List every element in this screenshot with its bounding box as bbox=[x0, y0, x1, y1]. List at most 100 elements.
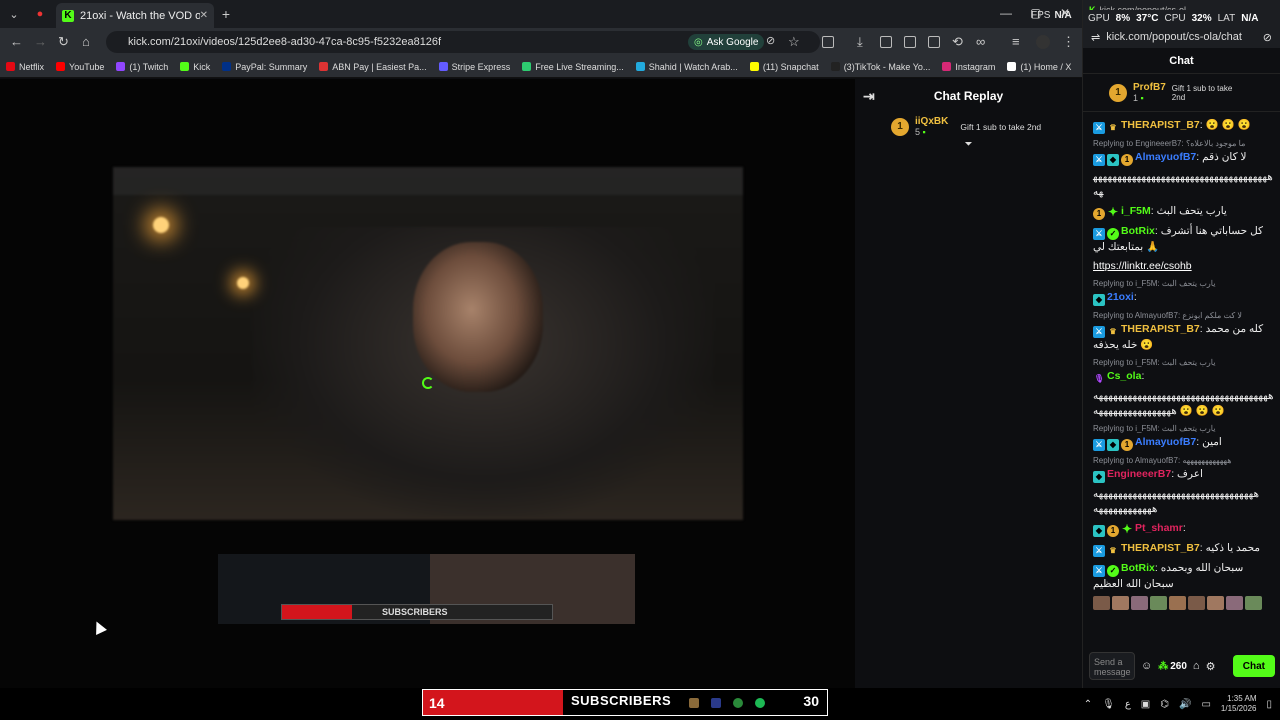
download-icon[interactable]: ⤓ bbox=[857, 34, 863, 50]
bookmark-item[interactable]: YouTube bbox=[56, 62, 104, 72]
chat-username[interactable]: THERAPIST_B7 bbox=[1121, 542, 1200, 554]
chat-username[interactable]: AlmayuofB7 bbox=[1135, 436, 1196, 448]
tray-chevron-icon[interactable]: ⌃ bbox=[1084, 699, 1092, 710]
chat-username[interactable]: EngineeerB7 bbox=[1107, 468, 1171, 480]
link-icon[interactable]: ∞ bbox=[976, 34, 985, 49]
card-icon[interactable] bbox=[928, 36, 940, 48]
extensions-icon[interactable] bbox=[822, 36, 834, 48]
chat-username[interactable]: Pt_shamr bbox=[1135, 522, 1183, 534]
bookmark-item[interactable]: Netflix bbox=[6, 62, 44, 72]
history-icon[interactable]: ⟲ bbox=[952, 34, 963, 50]
filter-icon[interactable]: ⏷ bbox=[855, 139, 1082, 150]
password-icon[interactable] bbox=[880, 36, 892, 48]
chat-message[interactable]: https://linktr.ee/csohb bbox=[1093, 259, 1275, 274]
avatar[interactable] bbox=[1036, 35, 1050, 49]
reply-context[interactable]: Replying to i_F5M: يارب يتحف البث bbox=[1093, 357, 1275, 369]
bookmark-item[interactable]: (3)TikTok - Make Yo... bbox=[830, 62, 930, 72]
chat-username[interactable]: BotRix bbox=[1121, 562, 1155, 574]
reload-icon[interactable]: ↻ bbox=[58, 34, 69, 50]
menu-icon[interactable]: ⋮ bbox=[1062, 34, 1075, 50]
clock[interactable]: 1:35 AM 1/15/2026 bbox=[1221, 694, 1257, 714]
bookmark-item[interactable]: (1) Twitch bbox=[116, 62, 168, 72]
chat-message-input[interactable]: Send a message bbox=[1089, 652, 1135, 680]
minimize-icon[interactable]: — bbox=[1000, 6, 1012, 20]
ask-google-button[interactable]: ◎ Ask Google bbox=[688, 34, 765, 50]
reply-context[interactable]: Replying to EngineeerB7: ما موجود بالاعل… bbox=[1093, 138, 1275, 150]
volume-icon[interactable]: 🔊 bbox=[1179, 699, 1191, 710]
chat-message[interactable]: ⚔ ♛ THERAPIST_B7: محمد يا ذكيه bbox=[1093, 541, 1275, 557]
channel-points[interactable]: ⁂ 260 bbox=[1158, 661, 1187, 672]
chat-username[interactable]: i_F5M bbox=[1121, 205, 1151, 217]
ethernet-icon[interactable]: ⌬ bbox=[1160, 699, 1169, 710]
reply-context[interactable]: Replying to AlmayuofB7: ههههههههههههه bbox=[1093, 455, 1275, 467]
eye-off-icon[interactable]: ⊘ bbox=[766, 34, 775, 47]
emote-icon[interactable] bbox=[1131, 596, 1148, 610]
chat-message[interactable]: ⚔ ✓ BotRix: كل حساباتي هنا أتشرف بمتابعتك … bbox=[1093, 224, 1275, 255]
pinned-gifter[interactable]: 1 iiQxBK 5 ▪ Gift 1 sub to take 2nd bbox=[855, 112, 1082, 137]
chat-link[interactable]: https://linktr.ee/csohb bbox=[1093, 260, 1192, 272]
bookmark-star-icon[interactable]: ☆ bbox=[788, 34, 800, 50]
chat-message[interactable]: هههههههههههههههههههههههههههههههههه ههههه… bbox=[1093, 487, 1275, 517]
chat-message[interactable]: ⚔ ♛ THERAPIST_B7: كله من محمد خله يحذفه 😮 bbox=[1093, 322, 1275, 353]
bookmark-item[interactable]: Instagram bbox=[942, 62, 995, 72]
close-tab-icon[interactable]: ✕ bbox=[200, 10, 208, 21]
bookmark-item[interactable]: Shahid | Watch Arab... bbox=[635, 62, 738, 72]
emote-icon[interactable] bbox=[1245, 596, 1262, 610]
microphone-icon[interactable]: 🎙 bbox=[1102, 699, 1115, 710]
back-icon[interactable]: ← bbox=[10, 34, 23, 49]
emote-icon[interactable] bbox=[1093, 596, 1110, 610]
chat-username[interactable]: THERAPIST_B7 bbox=[1121, 323, 1200, 335]
video-player[interactable]: SUBSCRIBERS bbox=[0, 79, 855, 688]
new-tab-button[interactable]: + bbox=[220, 4, 232, 24]
bookmark-item[interactable]: (11) Snapchat bbox=[749, 62, 819, 72]
emote-icon[interactable] bbox=[1188, 596, 1205, 610]
chat-message[interactable]: ههههههههههههههههههههههههههههههههههههه هه… bbox=[1093, 389, 1275, 419]
tab-list-button[interactable]: ⌄ bbox=[6, 4, 22, 24]
app-icon[interactable] bbox=[689, 698, 699, 708]
chat-message[interactable]: 1 ✦ i_F5M: يارب يتحف البث bbox=[1093, 204, 1275, 220]
settings-gear-icon[interactable]: ⚙ bbox=[1206, 660, 1216, 673]
network-icon[interactable]: ▣ bbox=[1141, 699, 1150, 710]
profile-icon[interactable]: ● bbox=[32, 4, 48, 24]
notification-icon[interactable]: ▯ bbox=[1266, 699, 1272, 710]
site-info-icon[interactable]: ⇌ bbox=[1091, 31, 1100, 44]
chat-message[interactable]: ههههههههههههههههههههههههههههههههههههههه bbox=[1093, 170, 1275, 200]
chat-message[interactable]: ◆ 1 ✦ Pt_shamr: bbox=[1093, 521, 1275, 537]
bookmark-item[interactable]: Kick bbox=[180, 62, 210, 72]
forward-icon[interactable]: → bbox=[34, 34, 47, 49]
translate-icon[interactable] bbox=[904, 36, 916, 48]
chat-message-list[interactable]: ⚔ ♛ THERAPIST_B7: 😮 😮 😮 Replying to Enginee… bbox=[1083, 118, 1280, 628]
chat-message[interactable]: ◆ EngineeerB7: اعرف bbox=[1093, 467, 1275, 483]
app-icon[interactable] bbox=[711, 698, 721, 708]
chat-message[interactable]: ⚔ ♛ THERAPIST_B7: 😮 😮 😮 bbox=[1093, 118, 1275, 134]
chat-username[interactable]: AlmayuofB7 bbox=[1135, 151, 1196, 163]
tab-kick-vod[interactable]: K 21oxi - Watch the VOD on Kick ✕ bbox=[56, 3, 214, 28]
spotify-icon[interactable] bbox=[755, 698, 765, 708]
emote-icon[interactable] bbox=[1112, 596, 1129, 610]
emote-icon[interactable] bbox=[1207, 596, 1224, 610]
chat-message[interactable]: ⚔ ✓ BotRix: سبحان الله وبحمده سبحان الله ا… bbox=[1093, 561, 1275, 592]
bookmark-item[interactable]: ABN Pay | Easiest Pa... bbox=[319, 62, 427, 72]
chat-username[interactable]: 21oxi bbox=[1107, 291, 1134, 303]
chat-username[interactable]: BotRix bbox=[1121, 225, 1155, 237]
reply-context[interactable]: Replying to i_F5M: يارب يتحف البث bbox=[1093, 423, 1275, 435]
store-icon[interactable]: ⌂ bbox=[1193, 660, 1200, 672]
emote-icon[interactable] bbox=[1226, 596, 1243, 610]
media-control-icon[interactable]: ≡ bbox=[1012, 34, 1020, 49]
chat-send-button[interactable]: Chat bbox=[1232, 655, 1275, 677]
pinned-gifter[interactable]: 1 ProfB7 1 ▪ Gift 1 sub to take 2nd bbox=[1083, 74, 1280, 112]
battery-icon[interactable]: ▭ bbox=[1201, 699, 1210, 710]
bookmark-item[interactable]: PayPal: Summary bbox=[222, 62, 307, 72]
chat-message[interactable]: ◆ 21oxi: bbox=[1093, 290, 1275, 306]
bookmark-item[interactable]: Stripe Express bbox=[438, 62, 510, 72]
reply-context[interactable]: Replying to i_F5M: يارب يتحف البث bbox=[1093, 278, 1275, 290]
collapse-chat-icon[interactable]: ⇥ bbox=[863, 88, 875, 105]
chat-message[interactable]: ⚔ ◆ 1 AlmayuofB7: امين bbox=[1093, 435, 1275, 451]
chat-message[interactable]: ⚔ ◆ 1 AlmayuofB7: لا كان ذقم bbox=[1093, 150, 1275, 166]
reply-context[interactable]: Replying to AlmayuofB7: لا كت ملكم ابونز… bbox=[1093, 310, 1275, 322]
emote-icon[interactable] bbox=[1169, 596, 1186, 610]
language-indicator[interactable]: ع bbox=[1125, 699, 1131, 710]
chat-url-bar[interactable]: ⇌ kick.com/popout/cs-ola/chat ⊘ bbox=[1083, 26, 1280, 48]
chat-message[interactable]: 🎙 Cs_ola: bbox=[1093, 369, 1275, 385]
chat-username[interactable]: THERAPIST_B7 bbox=[1121, 119, 1200, 131]
